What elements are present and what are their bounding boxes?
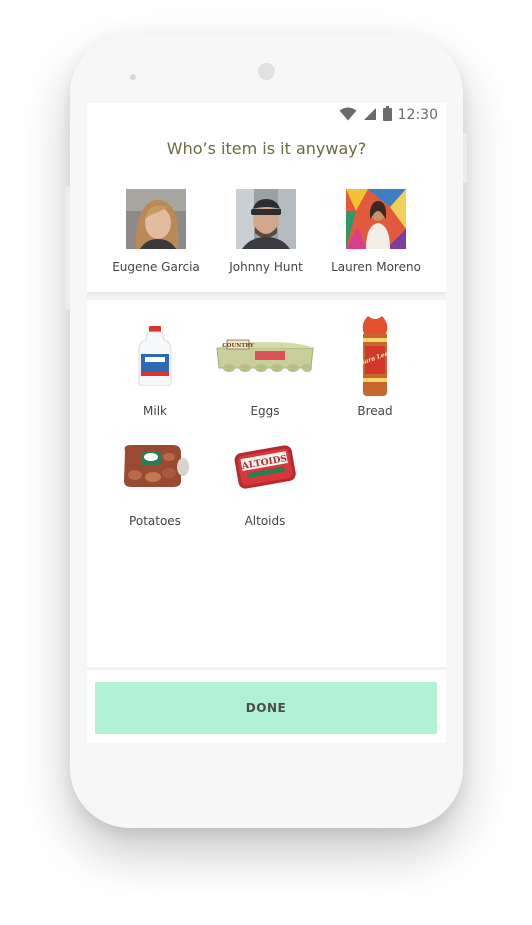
assign-card: 12:30 Who’s item is it anyway? Eugene Ga… — [87, 103, 446, 292]
status-time: 12:30 — [397, 107, 438, 123]
egg-carton-brand: COUNTRY — [222, 343, 253, 349]
item-label: Potatoes — [129, 514, 181, 528]
earpiece-speaker — [258, 63, 275, 80]
avatar — [236, 189, 296, 249]
person-name: Johnny Hunt — [229, 260, 303, 274]
person-name: Lauren Moreno — [331, 260, 421, 274]
signal-icon — [363, 106, 377, 125]
eggs-image: COUNTRY — [210, 316, 320, 396]
item-label: Bread — [357, 404, 393, 418]
item-label: Altoids — [244, 514, 286, 528]
item-bread[interactable]: Sara Lee Bread — [320, 316, 430, 418]
app-screen: 12:30 Who’s item is it anyway? Eugene Ga… — [87, 103, 446, 743]
item-label: Eggs — [250, 404, 280, 418]
item-potatoes[interactable]: Potatoes — [100, 426, 210, 528]
volume-button — [65, 186, 70, 310]
altoids-image: ALTOIDS — [210, 426, 320, 506]
people-list: Eugene Garcia Johnny Hunt Lauren Moreno — [87, 189, 446, 279]
power-button — [463, 133, 467, 183]
front-camera — [130, 74, 136, 80]
item-label: Milk — [143, 404, 167, 418]
person-name: Eugene Garcia — [112, 260, 200, 274]
person-johnny-hunt[interactable]: Johnny Hunt — [206, 189, 326, 274]
item-altoids[interactable]: ALTOIDS Altoids — [210, 426, 320, 528]
wifi-icon — [339, 106, 357, 125]
battery-icon — [382, 105, 392, 125]
person-lauren-moreno[interactable]: Lauren Moreno — [316, 189, 436, 274]
milk-image — [100, 316, 210, 396]
person-eugene-garcia[interactable]: Eugene Garcia — [96, 189, 216, 274]
items-grid: Milk COUNTRY Eggs Sara Lee Bread Potatoe… — [87, 300, 446, 667]
bottom-bar: DONE — [87, 670, 446, 743]
potatoes-image — [100, 426, 210, 506]
item-eggs[interactable]: COUNTRY Eggs — [210, 316, 320, 418]
done-button[interactable]: DONE — [95, 682, 437, 734]
bread-image: Sara Lee — [320, 316, 430, 396]
status-bar: 12:30 — [339, 105, 438, 125]
avatar — [126, 189, 186, 249]
page-title: Who’s item is it anyway? — [166, 139, 367, 158]
item-milk[interactable]: Milk — [100, 316, 210, 418]
avatar — [346, 189, 406, 249]
